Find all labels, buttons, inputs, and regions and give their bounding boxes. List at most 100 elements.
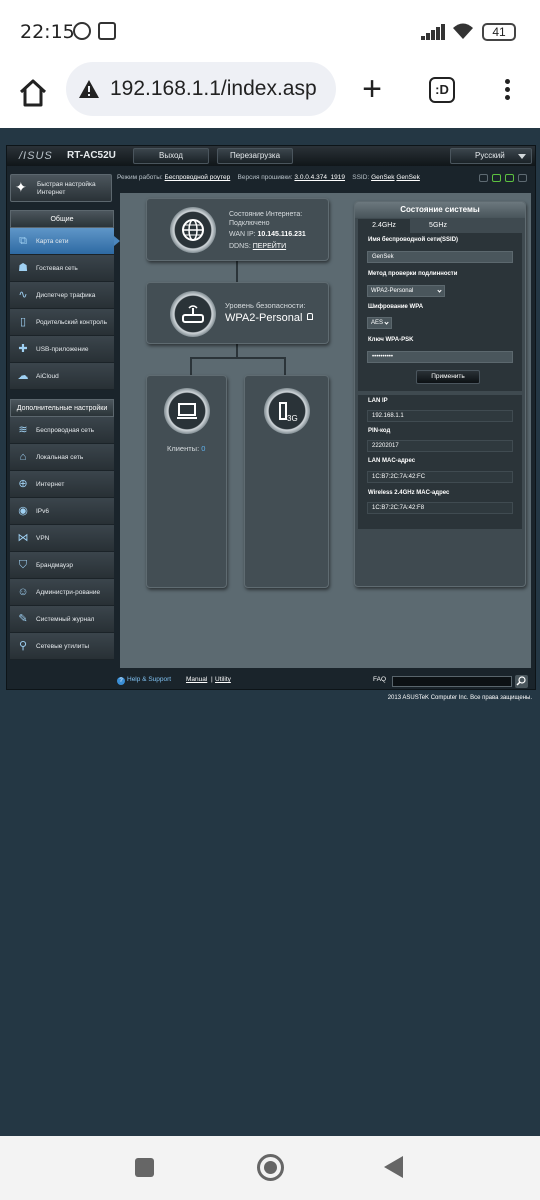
nav-item-ipv6[interactable]: ◉ IPv6: [10, 498, 114, 525]
wpa-encryption-label: Шифрование WPA: [368, 304, 424, 310]
home-nav-icon[interactable]: [257, 1154, 284, 1181]
top-bar: /ISUS RT-AC52U Выход Перезагрузка Русски…: [7, 146, 535, 166]
android-nav-bar: [0, 1136, 540, 1200]
wireless-icon: ≋: [18, 424, 28, 436]
wpa-psk-field[interactable]: ••••••••••: [367, 351, 513, 363]
chevron-down-icon: [384, 320, 389, 325]
warning-icon[interactable]: [78, 78, 100, 100]
wpa-encryption-select[interactable]: AES: [367, 317, 392, 329]
nav-item-administration[interactable]: ☺ Администри-рование: [10, 579, 114, 606]
nav-label: USB-приложение: [36, 345, 89, 353]
asus-logo: /ISUS: [19, 150, 53, 162]
nav-item-vpn[interactable]: ⋈ VPN: [10, 525, 114, 552]
connector-line: [236, 343, 238, 358]
info-bar: Режим работы: Беспроводной роутер Версия…: [117, 174, 533, 188]
nav-item-wan[interactable]: ⊕ Интернет: [10, 471, 114, 498]
network-map-icon: ⧉: [19, 235, 27, 247]
recents-icon[interactable]: [135, 1158, 154, 1177]
nav-item-network-map[interactable]: ⧉ Карта сети: [10, 228, 120, 255]
connector-line: [236, 260, 238, 282]
ssid-value-1[interactable]: GenSek: [371, 174, 395, 181]
search-icon[interactable]: [515, 675, 528, 688]
browser-menu-button[interactable]: [500, 76, 514, 106]
wireless-settings-box: Имя беспроводной сети(SSID) GenSek Метод…: [358, 233, 522, 391]
wireless-mac-label: Wireless 2.4GHz MAC-адрес: [368, 490, 450, 496]
lan-status-icon[interactable]: [492, 174, 501, 182]
tab-2-4ghz[interactable]: 2.4GHz: [358, 219, 410, 233]
nav-item-guest-network[interactable]: ☗ Гостевая сеть: [10, 255, 114, 282]
nav-label: VPN: [36, 534, 50, 542]
home-icon[interactable]: [16, 76, 50, 110]
nav-item-wireless[interactable]: ≋ Беспроводная сеть: [10, 417, 114, 444]
lock-icon: [307, 313, 313, 320]
lan-info-box: LAN IP 192.168.1.1 PIN-код 22202017 LAN …: [358, 395, 522, 529]
nav-item-firewall[interactable]: ⛉ Брандмауэр: [10, 552, 114, 579]
nav-general: Общие ⧉ Карта сети ☗ Гостевая сеть ∿ Дис…: [10, 210, 120, 390]
usb-card[interactable]: 3G: [244, 375, 329, 588]
quick-setup-button[interactable]: ✦ Быстрая настройка Интернет: [10, 174, 112, 202]
mode-value[interactable]: Беспроводной роутер: [165, 174, 231, 181]
url-bar[interactable]: 192.168.1.1/index.asp: [66, 62, 336, 116]
magic-wand-icon: ✦: [15, 179, 27, 195]
nav-item-traffic-manager[interactable]: ∿ Диспетчер трафика: [10, 282, 114, 309]
status-time: 22:15: [20, 21, 75, 43]
apply-button[interactable]: Применить: [416, 370, 480, 384]
tab-5ghz[interactable]: 5GHz: [412, 219, 464, 233]
nav-advanced: Дополнительные настройки ≋ Беспроводная …: [10, 399, 114, 660]
clients-count[interactable]: 0: [201, 444, 205, 453]
new-tab-button[interactable]: +: [356, 72, 388, 106]
security-card[interactable]: Уровень безопасности: WPA2-Personal: [146, 282, 329, 344]
wpa-psk-label: Ключ WPA-PSK: [368, 337, 414, 343]
clients-status-icon[interactable]: [479, 174, 488, 182]
parental-control-icon: ▯: [19, 316, 27, 328]
tabs-button[interactable]: :D: [429, 77, 455, 103]
back-icon[interactable]: [384, 1156, 403, 1178]
network-tools-icon: ⚲: [18, 640, 28, 652]
clients-card[interactable]: Клиенты: 0: [146, 375, 227, 588]
system-status-title: Состояние системы: [355, 202, 525, 218]
wireless-mac-value: 1C:B7:2C:7A:42:F8: [367, 502, 513, 514]
nav-label: Сетевые утилиты: [36, 642, 90, 650]
globe-icon: [170, 207, 216, 253]
url-text[interactable]: 192.168.1.1/index.asp: [110, 77, 330, 101]
mode-label: Режим работы:: [117, 174, 163, 181]
model-name: RT-AC52U: [67, 150, 116, 161]
nav-item-parental-control[interactable]: ▯ Родительский контроль: [10, 309, 114, 336]
wifi-status-icon[interactable]: [518, 174, 527, 182]
copyright: 2013 ASUSTeK Computer Inc. Все права защ…: [387, 695, 532, 701]
nav-item-aicloud[interactable]: ☁ AiCloud: [10, 363, 114, 390]
nav-label: Системный журнал: [36, 615, 95, 623]
computer-icon: [164, 388, 210, 434]
alarm-icon: [73, 22, 91, 40]
firmware-label: Версия прошивки:: [237, 174, 293, 181]
language-value: Русский: [475, 151, 505, 160]
lan-icon: ⌂: [19, 451, 27, 463]
reboot-button[interactable]: Перезагрузка: [217, 148, 293, 164]
faq-search-input[interactable]: [392, 676, 512, 687]
nav-item-system-log[interactable]: ✎ Системный журнал: [10, 606, 114, 633]
wifi-icon: [453, 23, 473, 39]
internet-status-label: Состояние Интернета:: [229, 211, 303, 218]
ddns-link[interactable]: ПЕРЕЙТИ: [253, 243, 286, 250]
firmware-value[interactable]: 3.0.0.4.374_1919: [294, 174, 345, 181]
signal-icon: [421, 24, 445, 40]
chevron-down-icon: [518, 154, 526, 159]
ssid-value-2[interactable]: GenSek: [396, 174, 420, 181]
language-select[interactable]: Русский: [450, 148, 532, 164]
nav-item-usb-app[interactable]: ✚ USB-приложение: [10, 336, 114, 363]
logout-button[interactable]: Выход: [133, 148, 209, 164]
nav-item-network-tools[interactable]: ⚲ Сетевые утилиты: [10, 633, 114, 660]
nav-item-lan[interactable]: ⌂ Локальная сеть: [10, 444, 114, 471]
status-icons: [475, 174, 527, 184]
help-support-link[interactable]: Help & Support: [127, 676, 171, 683]
internet-status-card[interactable]: Состояние Интернета: Подключено WAN IP: …: [146, 198, 329, 261]
usb-3g-label: 3G: [287, 414, 298, 423]
utility-link[interactable]: Utility: [215, 676, 231, 683]
auth-method-select[interactable]: WPA2-Personal: [367, 285, 445, 297]
ssid-field[interactable]: GenSek: [367, 251, 513, 263]
system-log-icon: ✎: [18, 613, 28, 625]
nav-label: Локальная сеть: [36, 453, 84, 461]
clients-label: Клиенты:: [167, 444, 200, 453]
manual-link[interactable]: Manual: [186, 676, 207, 683]
usb-status-icon[interactable]: [505, 174, 514, 182]
